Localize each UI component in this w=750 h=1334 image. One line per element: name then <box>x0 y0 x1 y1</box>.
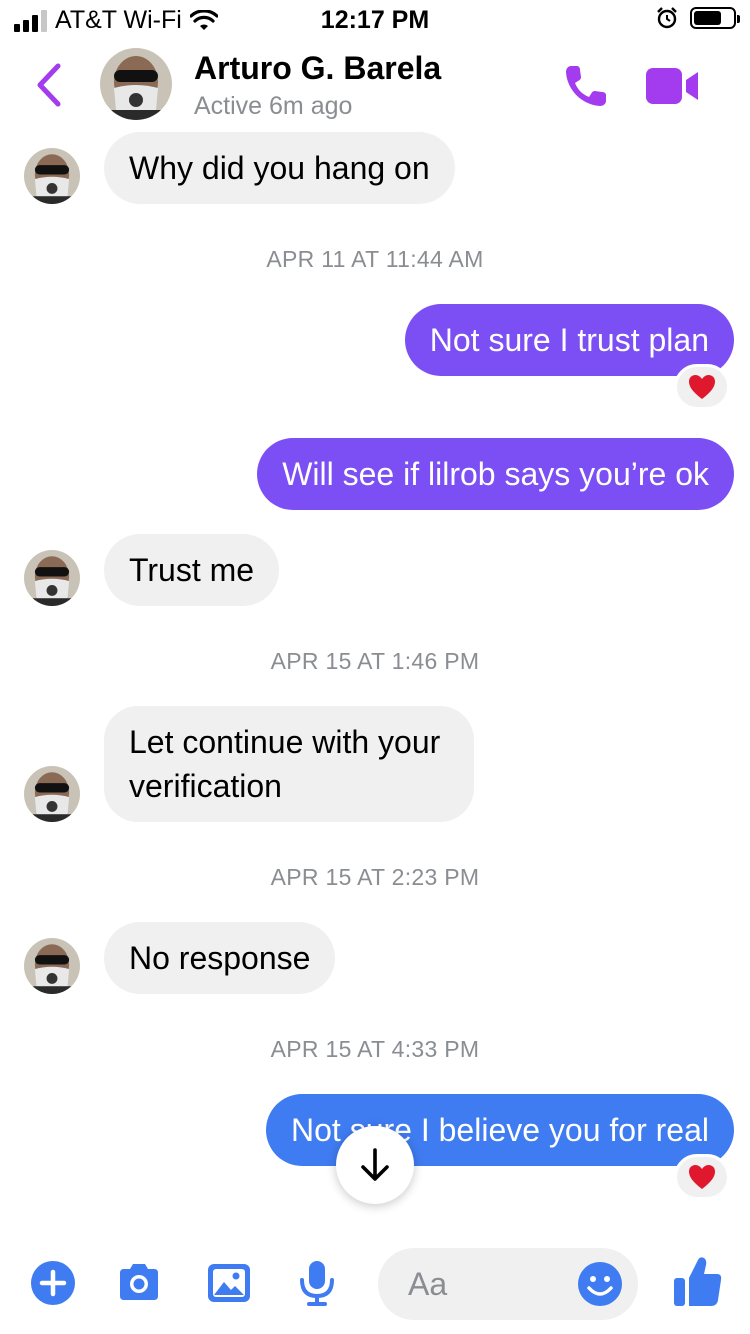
reaction-badge[interactable] <box>674 364 730 410</box>
reaction-badge[interactable] <box>674 1154 730 1200</box>
active-status: Active 6m ago <box>194 92 353 120</box>
microphone-icon[interactable] <box>292 1258 342 1308</box>
phone-icon[interactable] <box>562 62 610 110</box>
battery-icon <box>690 7 740 29</box>
arrow-down-icon <box>361 1148 389 1181</box>
message-input[interactable]: Aa <box>378 1248 638 1320</box>
message-line: verification <box>129 768 282 804</box>
chevron-left-icon[interactable] <box>30 60 70 110</box>
avatar[interactable] <box>100 48 172 120</box>
emoji-icon[interactable] <box>576 1260 624 1308</box>
conversation-header: Arturo G. Barela Active 6m ago <box>0 40 750 130</box>
timestamp: APR 15 AT 2:23 PM <box>270 864 480 890</box>
alarm-clock-icon <box>657 7 677 29</box>
camera-icon[interactable] <box>114 1258 164 1308</box>
contact-name[interactable]: Arturo G. Barela <box>194 50 441 87</box>
status-bar: AT&T Wi-Fi 12:17 PM <box>0 0 750 40</box>
thumbs-up-icon[interactable] <box>672 1254 724 1308</box>
plus-icon[interactable] <box>28 1258 78 1308</box>
video-camera-icon[interactable] <box>644 64 700 108</box>
avatar[interactable] <box>24 148 80 204</box>
message-bubble-incoming[interactable]: Let continue with your verification <box>104 706 475 822</box>
message-bubble-incoming[interactable]: Trust me <box>104 534 280 606</box>
avatar[interactable] <box>24 550 80 606</box>
heart-icon <box>689 1165 715 1189</box>
avatar[interactable] <box>24 766 80 822</box>
image-icon[interactable] <box>204 1258 254 1308</box>
scroll-to-bottom-button[interactable] <box>336 1126 414 1204</box>
clock: 12:17 PM <box>320 6 430 34</box>
timestamp: APR 15 AT 4:33 PM <box>270 1036 480 1062</box>
message-line: Let continue with your <box>129 724 441 760</box>
timestamp: APR 11 AT 11:44 AM <box>266 246 484 272</box>
heart-icon <box>689 375 715 399</box>
message-input-placeholder: Aa <box>408 1266 448 1302</box>
message-bubble-incoming[interactable]: No response <box>104 922 336 994</box>
message-bubble-outgoing[interactable]: Not sure I trust plan <box>404 304 734 376</box>
composer-bar: Aa <box>0 1240 750 1334</box>
avatar[interactable] <box>24 938 80 994</box>
message-bubble-outgoing[interactable]: Will see if lilrob says you’re ok <box>257 438 734 510</box>
timestamp: APR 15 AT 1:46 PM <box>270 648 480 674</box>
message-bubble-incoming[interactable]: Why did you hang on <box>104 132 455 204</box>
